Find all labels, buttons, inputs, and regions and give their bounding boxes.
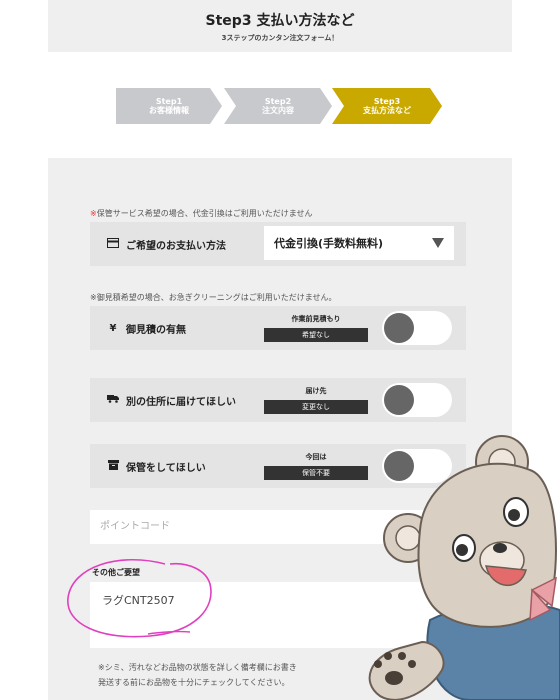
payment-method-label: ご希望のお支払い方法 [126,240,226,252]
storage-caption: 今回は [305,453,327,461]
condition-note-line-2: 発送する前にお品物を十分にチェックしてください。 [98,678,290,687]
delivery-address-label: 別の住所に届けてほしい [126,396,236,408]
storage-label: 保管をしてほしい [126,462,206,474]
step-2-number: Step2 [264,97,292,106]
estimate-caption: 作業前見積もり [291,315,341,323]
step-1-label: お客様情報 [149,106,189,115]
yen-icon: ¥ [109,322,117,334]
page-title: Step3 支払い方法など [205,13,355,29]
delivery-address-state: 変更なし [264,400,368,414]
delivery-address-caption: 届け先 [305,387,327,395]
bear-mascot-illustration [368,435,560,700]
step-1[interactable]: Step1 お客様情報 [116,88,222,124]
payment-method-value: 代金引換(手数料無料) [274,237,384,250]
storage-payment-note: ※保管サービス希望の場合、代金引換はご利用いただけません [90,208,312,219]
payment-method-row: ご希望のお支払い方法 代金引換(手数料無料) [90,222,466,266]
chevron-down-icon [432,238,444,248]
annotation-circle [67,558,212,638]
storage-payment-note-text: 保管サービス希望の場合、代金引換はご利用いただけません [96,209,313,218]
step-3-label: 支払方法など [363,106,411,115]
estimate-row: ¥ 御見積の有無 作業前見積もり 希望なし [90,306,466,350]
step-1-number: Step1 [155,97,183,106]
toggle-knob [384,313,414,343]
condition-note-line-1: ※シミ、汚れなどお品物の状態を詳しく備考欄にお書き [98,663,297,672]
storage-box-icon [106,459,120,473]
estimate-state: 希望なし [264,328,368,342]
truck-icon [106,394,120,406]
payment-method-select[interactable]: 代金引換(手数料無料) [264,226,454,260]
condition-note: ※シミ、汚れなどお品物の状態を詳しく備考欄にお書き 発送する前にお品物を十分にチ… [98,660,297,690]
delivery-address-row: 別の住所に届けてほしい 届け先 変更なし [90,378,466,422]
note-mark: ※ [90,209,97,218]
page-header: Step3 支払い方法など 3ステップのカンタン注文フォーム！ [48,0,512,52]
step-2[interactable]: Step2 注文内容 [224,88,332,124]
storage-state: 保管不要 [264,466,368,480]
estimate-toggle[interactable] [382,311,452,345]
step-3-number: Step3 [373,97,401,106]
toggle-knob [384,385,414,415]
step-2-label: 注文内容 [262,106,294,115]
delivery-address-toggle[interactable] [382,383,452,417]
estimate-note: ※御見積希望の場合、お急ぎクリーニングはご利用いただけません。 [90,293,337,302]
estimate-label: 御見積の有無 [126,324,186,336]
credit-card-icon [106,237,120,251]
step-3[interactable]: Step3 支払方法など [332,88,442,124]
page-subtitle: 3ステップのカンタン注文フォーム！ [221,34,339,42]
step-indicator: Step1 お客様情報 Step2 注文内容 Step3 支払方法など [116,88,446,124]
